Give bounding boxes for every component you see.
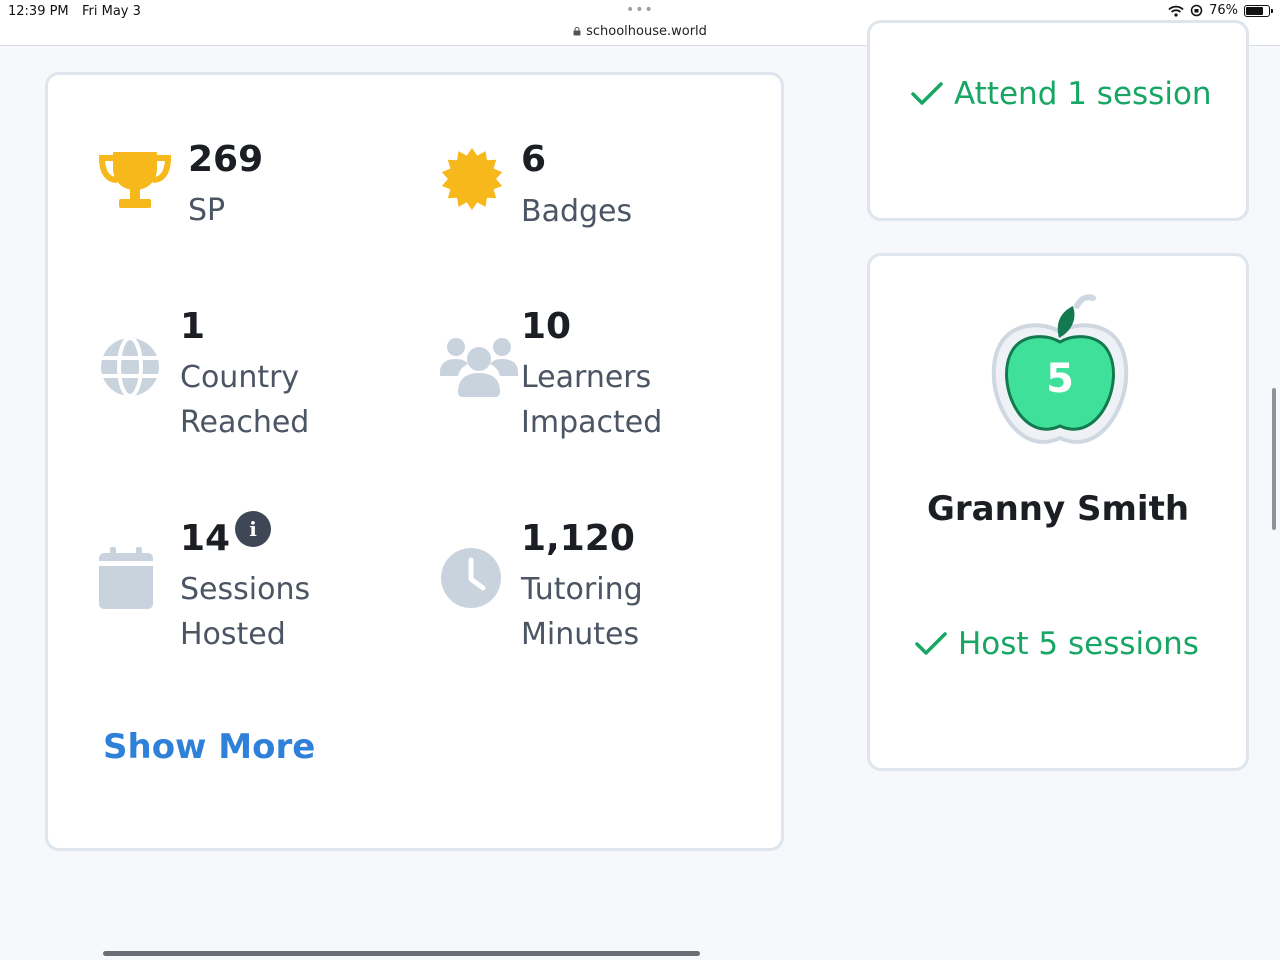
stats-card: 269 SP 6 Badges 1 Country Reached 10 Lea… — [45, 72, 784, 851]
stat-label: Reached — [180, 405, 310, 440]
lock-icon — [573, 27, 581, 36]
status-date: Fri May 3 — [82, 4, 141, 19]
stat-label: Tutoring — [521, 572, 643, 607]
goal-requirement: Host 5 sessions — [914, 626, 1199, 662]
orientation-lock-icon — [1190, 4, 1203, 17]
stat-value: 1,120 — [521, 518, 635, 559]
home-indicator[interactable] — [103, 951, 700, 956]
stat-label: Hosted — [180, 617, 286, 652]
stat-value: 6 — [521, 139, 547, 180]
badge-number: 5 — [1046, 356, 1074, 402]
stat-value: 10 — [521, 306, 572, 347]
goal-requirement-text: Attend 1 session — [954, 76, 1212, 112]
stat-value: 14 — [180, 518, 231, 559]
battery-percent: 76% — [1209, 3, 1238, 18]
badge-seal-icon — [441, 148, 503, 210]
stat-value: 1 — [180, 306, 206, 347]
checkmark-icon — [915, 632, 947, 655]
checkmark-icon — [911, 82, 943, 105]
goal-card-attend: Attend 1 session — [867, 20, 1249, 221]
stat-label: Badges — [521, 194, 633, 229]
goal-requirement: Attend 1 session — [910, 76, 1212, 112]
page-scrollbar[interactable] — [1272, 388, 1276, 530]
clock-icon — [441, 548, 501, 608]
trophy-icon — [99, 152, 171, 208]
goal-card-badge: 5 Granny Smith Host 5 sessions — [867, 253, 1249, 771]
url-text: schoolhouse.world — [586, 24, 707, 39]
stat-label: Impacted — [521, 405, 663, 440]
goal-requirement-text: Host 5 sessions — [958, 626, 1199, 662]
stat-label: Sessions — [180, 572, 311, 607]
people-icon — [440, 338, 518, 397]
battery-icon — [1244, 4, 1273, 17]
apple-badge-icon: 5 — [991, 294, 1129, 444]
battery-fill — [1246, 6, 1263, 15]
status-time: 12:39 PM — [8, 4, 69, 19]
multitasking-dots-icon[interactable]: ••• — [626, 2, 654, 18]
globe-icon — [101, 336, 159, 398]
stat-label: Minutes — [521, 617, 640, 652]
calendar-icon — [99, 547, 153, 609]
badge-name: Granny Smith — [926, 489, 1190, 529]
show-more-link[interactable]: Show More — [103, 727, 315, 767]
wifi-icon — [1168, 5, 1184, 17]
stat-label: Learners — [521, 360, 652, 395]
status-indicators: 76% — [1168, 3, 1273, 18]
stat-value: 269 — [188, 139, 264, 180]
stat-label: Country — [180, 360, 300, 395]
stat-label: SP — [188, 193, 226, 228]
info-icon[interactable]: i — [235, 511, 271, 547]
